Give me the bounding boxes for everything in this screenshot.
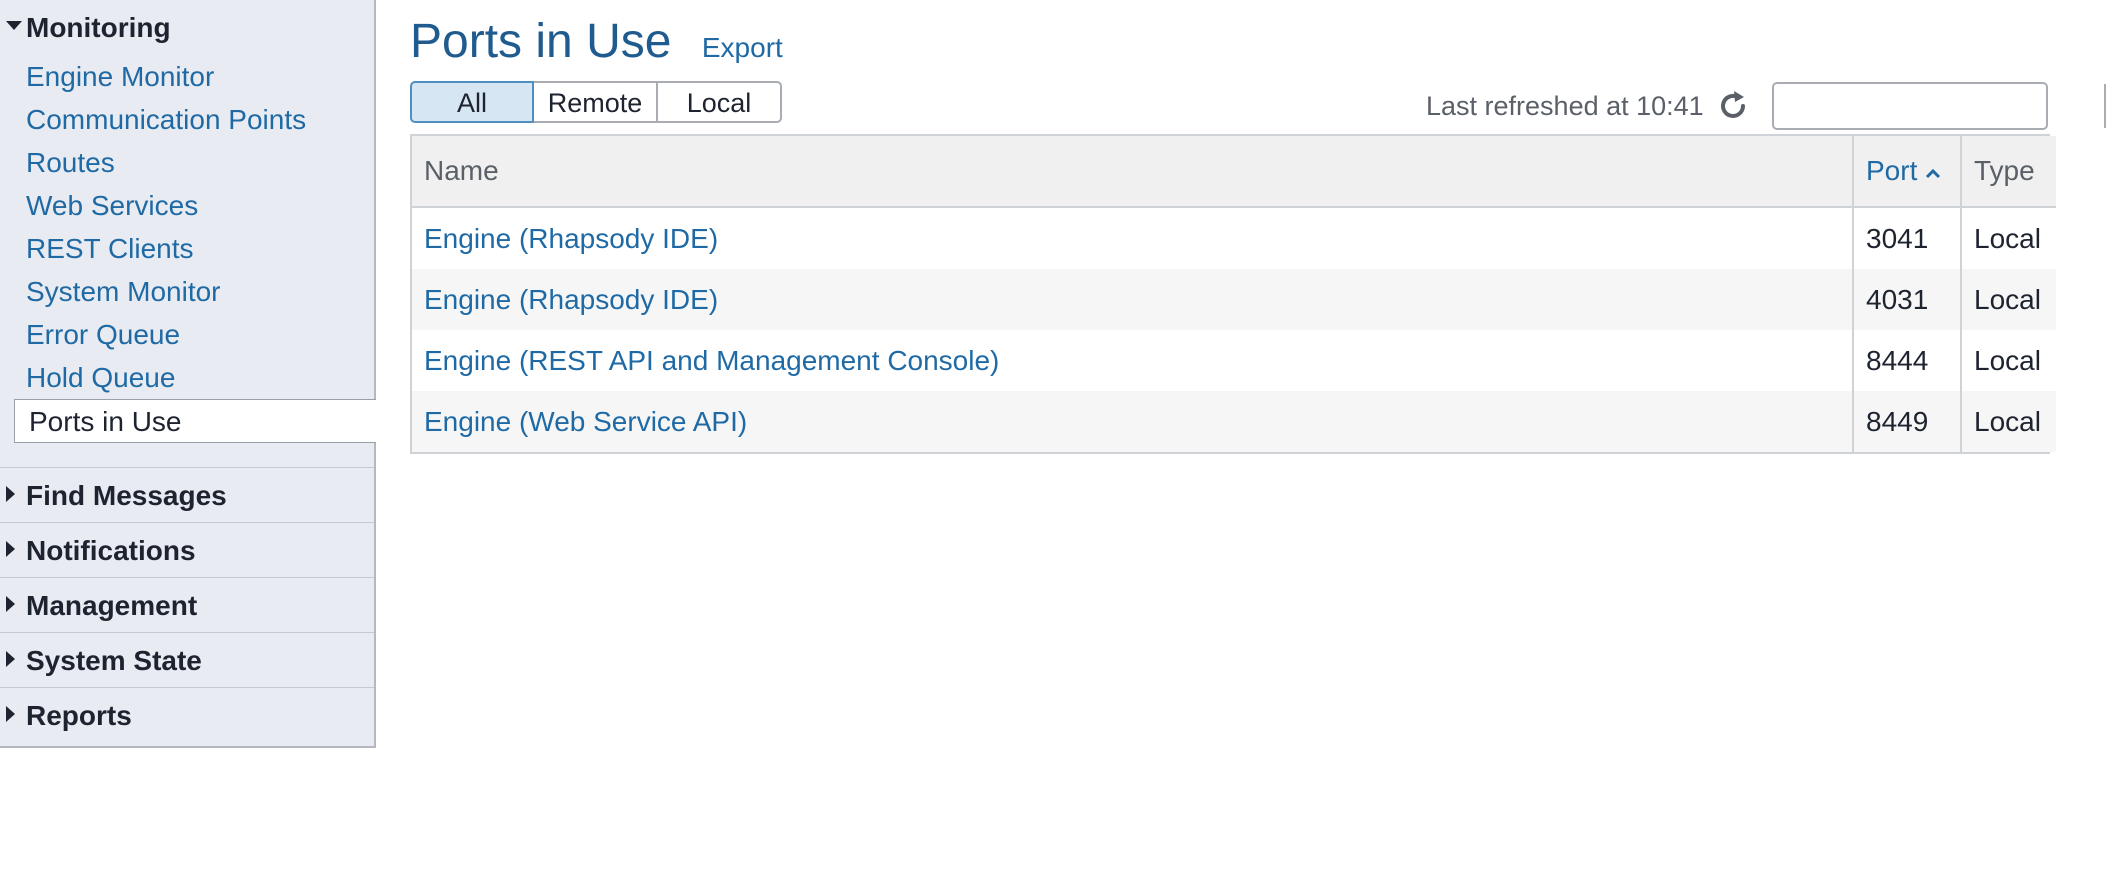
page-title: Ports in Use [410, 15, 672, 68]
port-name-link[interactable]: Engine (Rhapsody IDE) [412, 269, 1853, 330]
sidebar-group-label: Reports [26, 700, 132, 731]
sidebar-item-error-queue[interactable]: Error Queue [0, 313, 374, 356]
chevron-up-icon [1926, 168, 1941, 178]
sidebar-group-find-messages[interactable]: Find Messages [0, 468, 374, 523]
sidebar-item-web-services[interactable]: Web Services [0, 184, 374, 227]
filter-remote-button[interactable]: Remote [532, 81, 658, 123]
sidebar-group-label: Notifications [26, 535, 196, 566]
sidebar-group-notifications[interactable]: Notifications [0, 523, 374, 578]
triangle-right-icon [6, 651, 15, 667]
port-cell: 8449 [1852, 391, 1961, 452]
column-header-type[interactable]: Type [1960, 136, 2056, 208]
port-cell: 8444 [1852, 330, 1961, 391]
sidebar-item-communication-points[interactable]: Communication Points [0, 98, 374, 141]
sidebar-item-system-monitor[interactable]: System Monitor [0, 270, 374, 313]
table-row: Engine (Rhapsody IDE) 4031 Local [412, 269, 2056, 330]
sidebar-group-label: Find Messages [26, 480, 227, 511]
sidebar-group-monitoring[interactable]: Monitoring [0, 0, 374, 55]
ports-table: Name Port Type Engine (Rhapsody IDE) 304… [410, 134, 2056, 454]
sidebar-item-ports-in-use[interactable]: Ports in Use [14, 399, 376, 443]
triangle-down-icon [6, 21, 22, 30]
filter-all-button[interactable]: All [410, 81, 534, 123]
search-input[interactable] [1774, 84, 2104, 128]
column-header-port-label: Port [1866, 155, 1918, 186]
column-header-port[interactable]: Port [1852, 136, 1961, 208]
sidebar-group-label: Management [26, 590, 198, 621]
column-header-name[interactable]: Name [412, 136, 1853, 208]
type-cell: Local [1960, 391, 2056, 452]
monitoring-items: Engine Monitor Communication Points Rout… [0, 55, 376, 443]
type-cell: Local [1960, 207, 2056, 269]
sidebar-group-reports[interactable]: Reports [0, 688, 374, 743]
app-root: Monitoring Engine Monitor Communication … [0, 0, 2107, 874]
table-row: Engine (Rhapsody IDE) 3041 Local [412, 207, 2056, 269]
port-name-link[interactable]: Engine (Rhapsody IDE) [412, 207, 1853, 269]
port-name-link[interactable]: Engine (REST API and Management Console) [412, 330, 1853, 391]
sidebar-item-hold-queue[interactable]: Hold Queue [0, 356, 374, 399]
type-cell: Local [1960, 330, 2056, 391]
export-link[interactable]: Export [702, 32, 783, 64]
port-cell: 3041 [1852, 207, 1961, 269]
triangle-right-icon [6, 486, 15, 502]
sidebar: Monitoring Engine Monitor Communication … [0, 0, 376, 748]
table-row: Engine (Web Service API) 8449 Local [412, 391, 2056, 452]
sidebar-item-rest-clients[interactable]: REST Clients [0, 227, 374, 270]
sidebar-group-label: System State [26, 645, 202, 676]
port-name-link[interactable]: Engine (Web Service API) [412, 391, 1853, 452]
search-box [1772, 82, 2106, 130]
sidebar-item-engine-monitor[interactable]: Engine Monitor [0, 55, 374, 98]
last-refreshed-text: Last refreshed at 10:41 [1426, 91, 1704, 121]
filter-local-button[interactable]: Local [656, 81, 782, 123]
title-row: Ports in Use Export [410, 14, 783, 74]
refresh-icon[interactable] [1716, 89, 1750, 123]
triangle-right-icon [6, 541, 15, 557]
triangle-right-icon [6, 596, 15, 612]
sidebar-item-routes[interactable]: Routes [0, 141, 374, 184]
sidebar-divider [0, 443, 374, 468]
table-header-row: Name Port Type [412, 136, 2056, 208]
sidebar-group-system-state[interactable]: System State [0, 633, 374, 688]
sidebar-group-management[interactable]: Management [0, 578, 374, 633]
table-row: Engine (REST API and Management Console)… [412, 330, 2056, 391]
triangle-right-icon [6, 706, 15, 722]
sidebar-group-label: Monitoring [26, 12, 171, 43]
filter-toggle-group: All Remote Local [410, 81, 782, 123]
type-cell: Local [1960, 269, 2056, 330]
port-cell: 4031 [1852, 269, 1961, 330]
